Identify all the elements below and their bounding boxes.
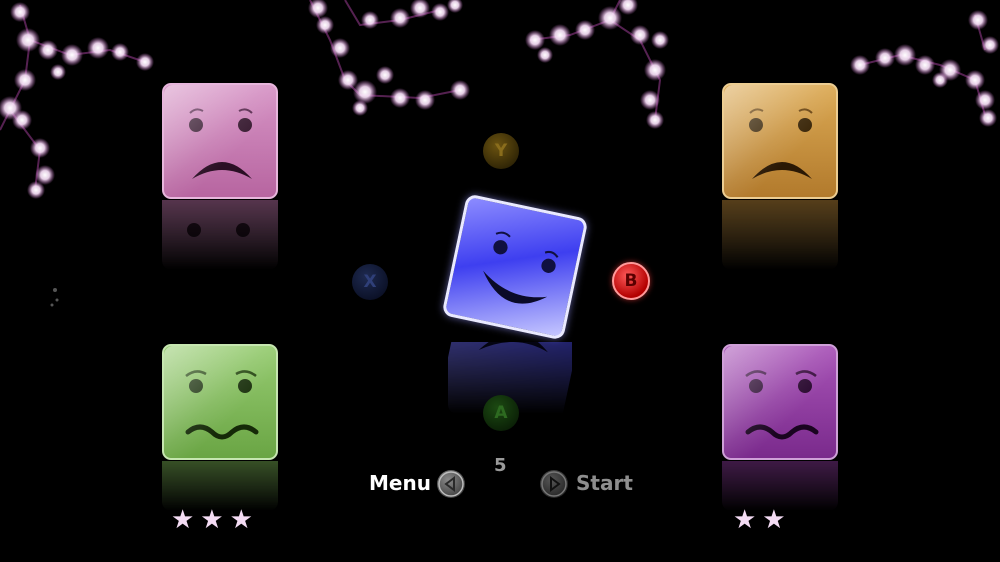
- face-reflection-bottom-right: [722, 461, 838, 511]
- face-block-bottom-left: [162, 344, 278, 460]
- happy-face-icon: [483, 231, 559, 304]
- star-rating-bottom-left: ★★★: [171, 505, 259, 535]
- face-block-bottom-right: [722, 344, 838, 460]
- face-shine: [164, 85, 276, 197]
- b-button[interactable]: B: [612, 262, 650, 300]
- right-arrow-icon[interactable]: [540, 470, 568, 498]
- face-block-top-right: [722, 83, 838, 199]
- face-shine: [164, 346, 276, 458]
- game-screen: Y X B A ★★★ ★★ Menu 5 Start: [0, 0, 1000, 562]
- face-shine: [724, 346, 836, 458]
- face-shine: [724, 85, 836, 197]
- a-button[interactable]: A: [483, 395, 519, 431]
- face-block-center-player[interactable]: [441, 193, 589, 341]
- start-label[interactable]: Start: [576, 471, 633, 495]
- star-rating-bottom-right: ★★: [733, 505, 792, 535]
- face-reflection-top-right: [722, 200, 838, 270]
- left-arrow-icon[interactable]: [437, 470, 465, 498]
- face-block-top-left: [162, 83, 278, 199]
- face-reflection-top-left: [162, 200, 278, 270]
- menu-label[interactable]: Menu: [369, 471, 431, 495]
- x-button[interactable]: X: [352, 264, 388, 300]
- y-button[interactable]: Y: [483, 133, 519, 169]
- level-counter: 5: [494, 455, 507, 476]
- face-reflection-bottom-left: [162, 461, 278, 511]
